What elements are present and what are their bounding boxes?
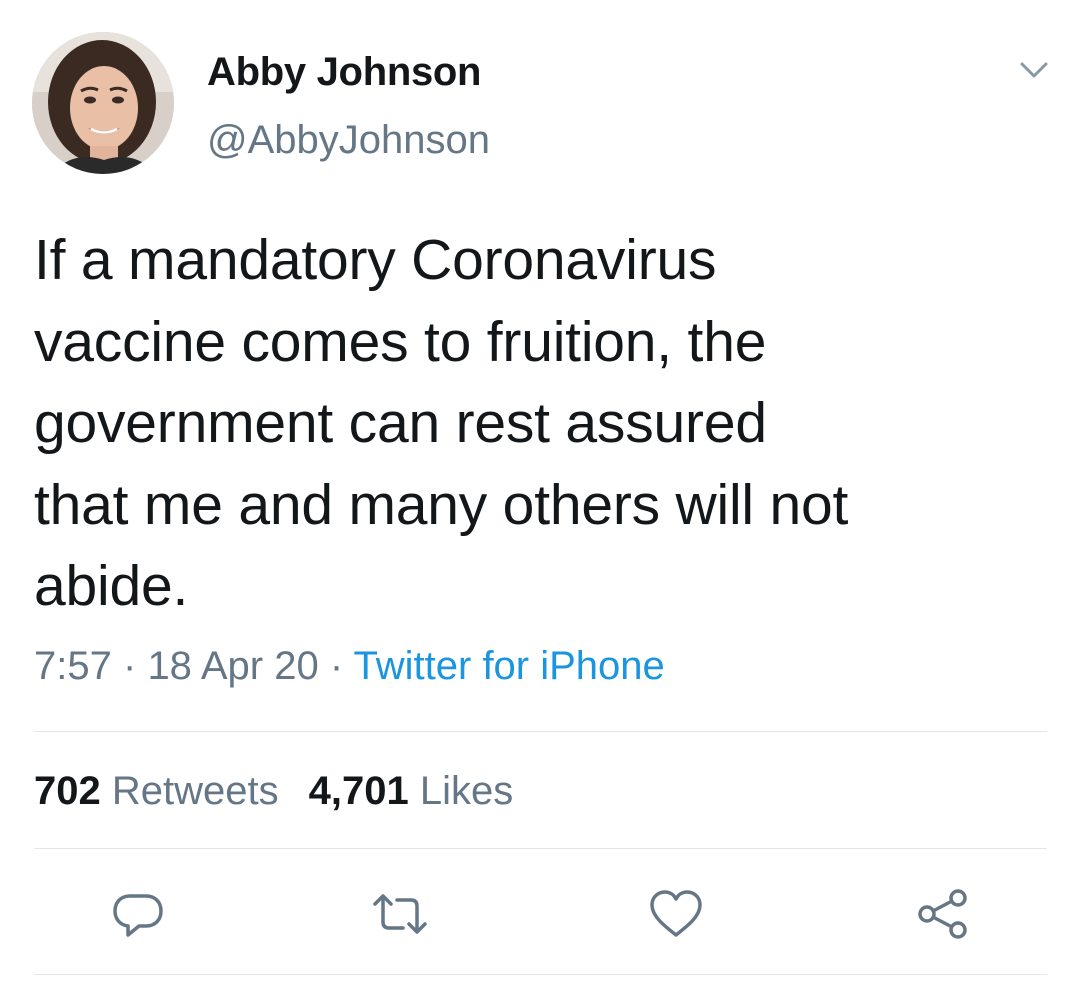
- tweet-date: 18 Apr 20: [147, 644, 319, 688]
- likes-stat[interactable]: 4,701 Likes: [309, 769, 514, 813]
- reply-icon[interactable]: [108, 884, 168, 944]
- avatar[interactable]: [32, 32, 174, 174]
- tweet-meta: 7:57 · 18 Apr 20 · Twitter for iPhone: [34, 644, 665, 689]
- meta-separator: ·: [122, 644, 137, 688]
- chevron-down-icon[interactable]: [1014, 56, 1054, 86]
- tweet-source-link[interactable]: Twitter for iPhone: [354, 644, 665, 688]
- tweet-stats: 702 Retweets 4,701 Likes: [34, 769, 513, 814]
- likes-label: Likes: [419, 769, 514, 813]
- tweet-time: 7:57: [34, 644, 112, 688]
- divider: [34, 974, 1047, 975]
- divider: [34, 731, 1047, 732]
- retweet-icon[interactable]: [370, 884, 430, 944]
- divider: [34, 848, 1047, 849]
- retweets-label: Retweets: [111, 769, 279, 813]
- share-icon[interactable]: [912, 884, 972, 944]
- author-handle[interactable]: @AbbyJohnson: [207, 118, 490, 163]
- retweets-stat[interactable]: 702 Retweets: [34, 769, 279, 813]
- likes-count: 4,701: [308, 769, 409, 813]
- avatar-photo: [32, 32, 174, 174]
- retweets-count: 702: [34, 769, 101, 813]
- tweet-text: If a mandatory Coronavirus vaccine comes…: [34, 228, 849, 618]
- author-display-name[interactable]: Abby Johnson: [207, 50, 481, 95]
- like-heart-icon[interactable]: [646, 884, 706, 944]
- meta-separator: ·: [329, 644, 344, 688]
